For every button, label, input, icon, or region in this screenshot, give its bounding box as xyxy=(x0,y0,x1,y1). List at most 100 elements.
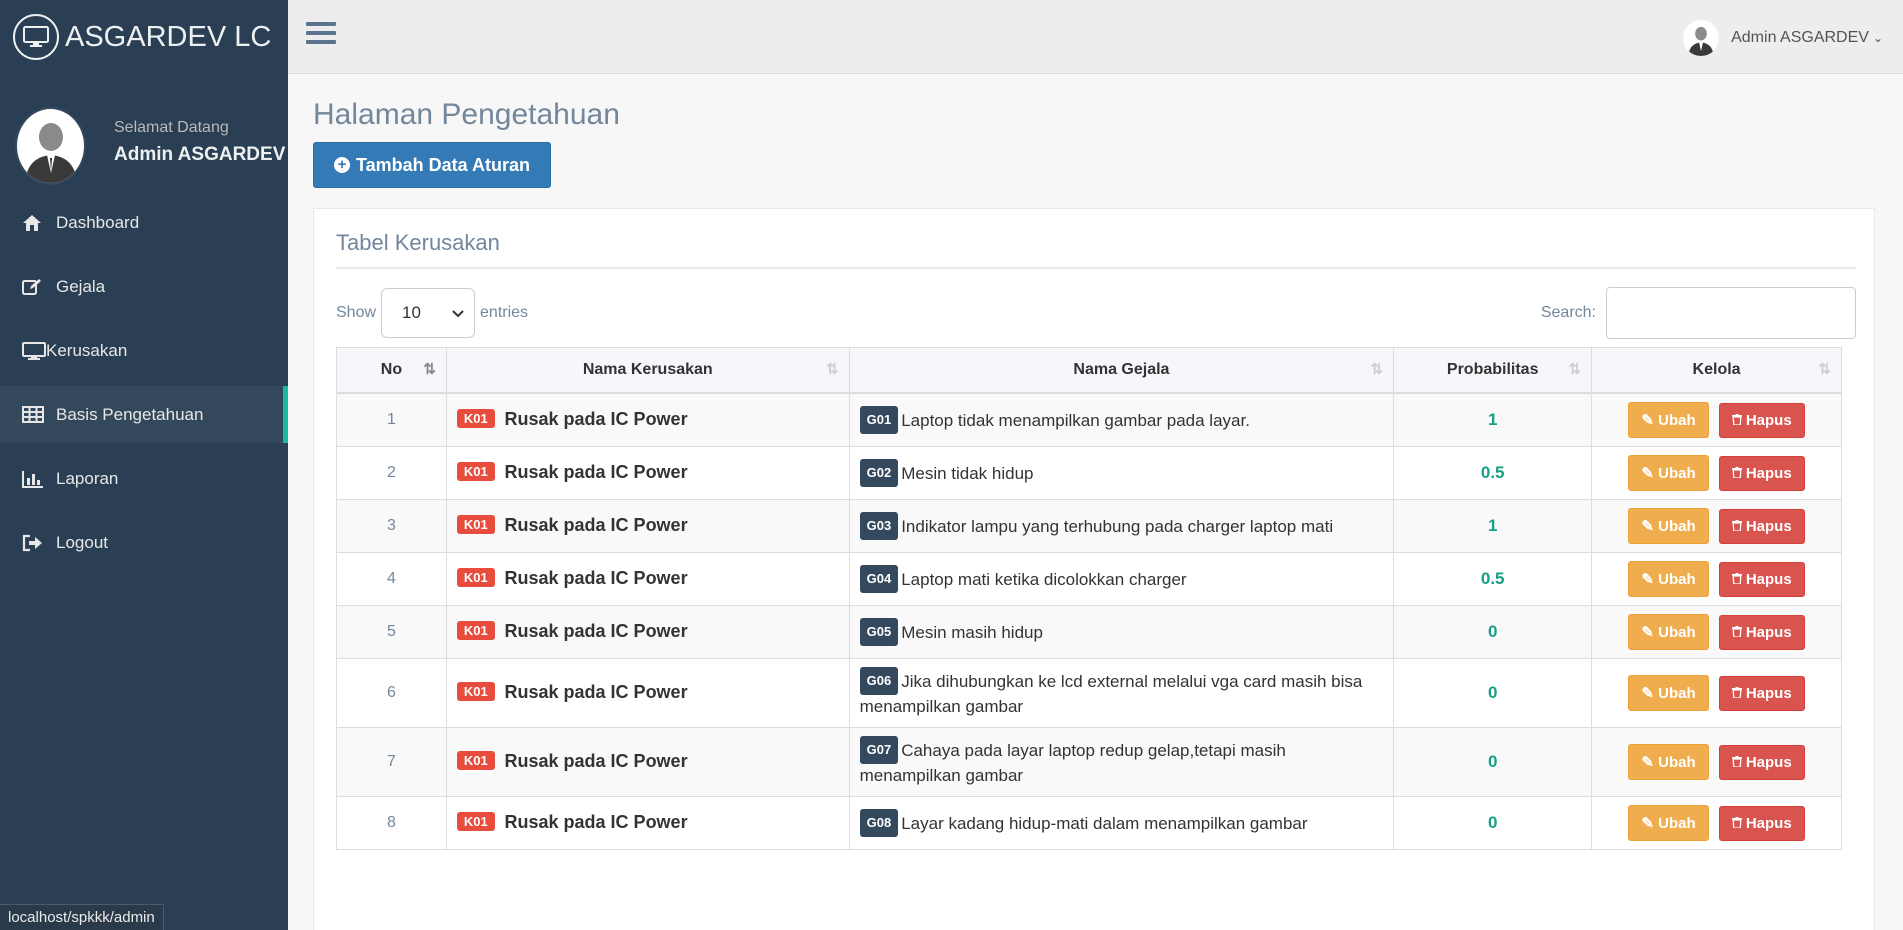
sidebar-item-basis-pengetahuan[interactable]: Basis Pengetahuan xyxy=(0,386,288,443)
edit-label: Ubah xyxy=(1658,570,1696,588)
brand[interactable]: ASGARDEV LC xyxy=(0,0,288,74)
plus-circle-icon: + xyxy=(334,157,350,173)
table-controls: Show 10 entries Search: xyxy=(336,287,1856,339)
kerusakan-code-badge: K01 xyxy=(456,462,495,481)
sidebar-item-label: Kerusakan xyxy=(46,340,128,360)
cell-probabilitas: 0 xyxy=(1393,657,1593,728)
cell-probabilitas: 0.5 xyxy=(1393,551,1593,606)
gejala-name: Mesin tidak hidup xyxy=(901,463,1034,483)
edit-button[interactable]: ✎ Ubah xyxy=(1628,454,1709,491)
monitor-icon xyxy=(22,341,46,361)
search-label: Search: xyxy=(1540,304,1596,321)
delete-button[interactable]: Hapus xyxy=(1718,561,1805,597)
gejala-code-badge: G04 xyxy=(859,564,899,593)
entries-select[interactable]: 10 xyxy=(381,288,476,338)
profile-name: Admin ASGARDEV xyxy=(114,143,286,165)
edit-button[interactable]: ✎ Ubah xyxy=(1628,401,1709,438)
kerusakan-code-badge: K01 xyxy=(456,515,495,534)
cell-probabilitas: 1 xyxy=(1393,498,1593,553)
delete-button[interactable]: Hapus xyxy=(1718,508,1805,544)
edit-label: Ubah xyxy=(1658,753,1696,771)
sidebar-item-label: Gejala xyxy=(56,276,106,296)
column-header-nama-kerusakan[interactable]: Nama Kerusakan ⇅ xyxy=(445,347,850,394)
gejala-name: Cahaya pada layar laptop redup gelap,tet… xyxy=(859,740,1286,785)
gejala-name: Indikator lampu yang terhubung pada char… xyxy=(901,516,1334,536)
column-header-probabilitas[interactable]: Probabilitas ⇅ xyxy=(1393,347,1593,394)
trash-icon xyxy=(1731,518,1746,535)
kerusakan-name: Rusak pada IC Power xyxy=(504,751,688,771)
table-row: 7 K01 Rusak pada IC Power G07 Cahaya pada… xyxy=(336,726,1842,797)
sidebar-item-label: Dashboard xyxy=(56,212,140,232)
kerusakan-name: Rusak pada IC Power xyxy=(504,682,688,702)
cell-kerusakan: K01 Rusak pada IC Power xyxy=(445,498,850,553)
cell-probabilitas: 0.5 xyxy=(1393,445,1593,500)
cell-probabilitas: 0 xyxy=(1393,604,1593,659)
cell-gejala: G06 Jika dihubungkan ke lcd external mela… xyxy=(848,657,1395,728)
cell-no: 6 xyxy=(336,657,447,728)
delete-label: Hapus xyxy=(1745,570,1792,588)
search-control: Search: xyxy=(1541,287,1856,339)
user-name: Admin ASGARDEV xyxy=(1731,29,1869,46)
edit-label: Ubah xyxy=(1658,517,1696,535)
column-header-no[interactable]: No ⇅ xyxy=(336,347,447,394)
edit-button[interactable]: ✎ Ubah xyxy=(1628,674,1709,711)
column-header-kelola[interactable]: Kelola ⇅ xyxy=(1591,347,1842,394)
kerusakan-name: Rusak pada IC Power xyxy=(504,812,688,832)
sidebar-item-label: Logout xyxy=(56,532,108,552)
delete-button[interactable]: Hapus xyxy=(1718,805,1805,841)
add-rule-button[interactable]: + Tambah Data Aturan xyxy=(313,142,552,188)
delete-label: Hapus xyxy=(1745,464,1792,482)
delete-button[interactable]: Hapus xyxy=(1718,744,1805,780)
table-row: 4 K01 Rusak pada IC Power G04 Laptop mati… xyxy=(336,551,1842,606)
trash-icon xyxy=(1731,624,1746,641)
pencil-icon: ✎ xyxy=(1641,570,1654,588)
kerusakan-code-badge: K01 xyxy=(456,568,495,587)
sidebar-item-dashboard[interactable]: Dashboard xyxy=(0,194,288,251)
search-input[interactable] xyxy=(1606,287,1856,339)
pencil-icon: ✎ xyxy=(1641,814,1654,832)
cell-gejala: G05 Mesin masih hidup xyxy=(848,604,1395,659)
cell-kelola: ✎ Ubah Hapus xyxy=(1591,445,1842,500)
sidebar-item-kerusakan[interactable]: Kerusakan xyxy=(0,322,288,379)
cell-no: 3 xyxy=(336,498,447,553)
cell-kerusakan: K01 Rusak pada IC Power xyxy=(445,657,850,728)
delete-button[interactable]: Hapus xyxy=(1718,675,1805,711)
trash-icon xyxy=(1731,465,1746,482)
edit-button[interactable]: ✎ Ubah xyxy=(1628,613,1709,650)
cell-kerusakan: K01 Rusak pada IC Power xyxy=(445,551,850,606)
pencil-icon: ✎ xyxy=(1641,684,1654,702)
edit-button[interactable]: ✎ Ubah xyxy=(1628,743,1709,780)
sidebar-item-laporan[interactable]: Laporan xyxy=(0,450,288,507)
table-row: 6 K01 Rusak pada IC Power G06 Jika dihubu… xyxy=(336,657,1842,728)
column-header-nama-gejala[interactable]: Nama Gejala ⇅ xyxy=(848,347,1395,394)
avatar xyxy=(15,107,86,185)
cell-kelola: ✎ Ubah Hapus xyxy=(1591,392,1842,447)
sidebar-item-gejala[interactable]: Gejala xyxy=(0,258,288,315)
edit-button[interactable]: ✎ Ubah xyxy=(1628,804,1709,841)
cell-kerusakan: K01 Rusak pada IC Power xyxy=(445,726,850,797)
edit-button[interactable]: ✎ Ubah xyxy=(1628,507,1709,544)
menu-toggle-icon[interactable] xyxy=(306,22,336,50)
main-content: Halaman Pengetahuan + Tambah Data Aturan… xyxy=(288,74,1903,930)
gejala-name: Laptop mati ketika dicolokkan charger xyxy=(901,569,1187,589)
gejala-code-badge: G06 xyxy=(859,666,899,695)
delete-button[interactable]: Hapus xyxy=(1718,614,1805,650)
sidebar-item-logout[interactable]: Logout xyxy=(0,514,288,571)
cell-no: 7 xyxy=(336,726,447,797)
entries-label: entries xyxy=(480,304,529,321)
table-row: 8 K01 Rusak pada IC Power G08 Layar kadan… xyxy=(336,795,1842,850)
cell-gejala: G04 Laptop mati ketika dicolokkan charger xyxy=(848,551,1395,606)
user-menu[interactable]: Admin ASGARDEV ⌄ xyxy=(1683,20,1883,56)
table-header-row: No ⇅ Nama Kerusakan ⇅ Nama Gejala ⇅ Probabi… xyxy=(336,347,1842,394)
trash-icon xyxy=(1731,754,1746,771)
table-icon xyxy=(22,405,46,425)
edit-button[interactable]: ✎ Ubah xyxy=(1628,560,1709,597)
delete-button[interactable]: Hapus xyxy=(1718,455,1805,491)
cell-kelola: ✎ Ubah Hapus xyxy=(1591,795,1842,850)
gejala-code-badge: G05 xyxy=(859,617,899,646)
kerusakan-code-badge: K01 xyxy=(456,812,495,831)
cell-kelola: ✎ Ubah Hapus xyxy=(1591,657,1842,728)
home-icon xyxy=(22,213,46,233)
kerusakan-name: Rusak pada IC Power xyxy=(504,515,688,535)
delete-button[interactable]: Hapus xyxy=(1718,402,1805,438)
